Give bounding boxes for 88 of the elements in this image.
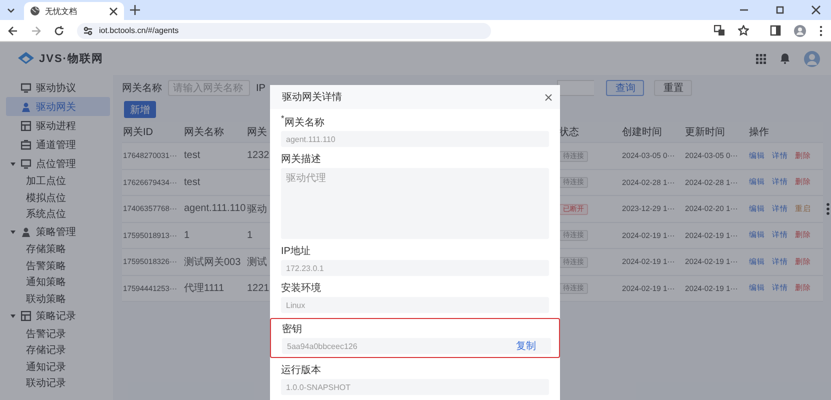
reload-icon[interactable] [54, 26, 64, 36]
sidebar-item[interactable]: 通知记录 [6, 358, 110, 375]
table-cell-text: 1232 [246, 150, 270, 162]
table-cell-text: 测试 [246, 256, 268, 269]
sidebar-item[interactable]: 系统点位 [6, 206, 110, 222]
filter-field[interactable] [557, 80, 594, 96]
sidebar-item[interactable]: 存储记录 [6, 342, 110, 359]
menu-item-icon [21, 102, 31, 112]
table-cell-text: test [183, 150, 202, 162]
table-cell-text: 代理1111 [183, 282, 226, 296]
bell-icon[interactable] [780, 53, 790, 64]
field-label: 网关描述 [281, 152, 322, 166]
menu-item-icon [21, 140, 31, 150]
globe-icon [30, 6, 40, 16]
input-field[interactable]: 5aa94a0bbceec126 复制 [282, 338, 551, 354]
plus-icon[interactable] [130, 5, 140, 15]
close-icon[interactable] [109, 6, 118, 16]
reset-button[interactable]: 重置 [654, 80, 692, 96]
input-field[interactable]: 172.23.0.1 [281, 260, 549, 276]
browser-tab[interactable]: 无忧文档 [24, 2, 124, 20]
back-icon[interactable] [8, 26, 18, 36]
close-icon[interactable] [811, 5, 821, 15]
column-header: 网关 [246, 126, 268, 139]
input-field[interactable]: agent.111.110 [281, 131, 549, 148]
sidebar-item[interactable]: 通道管理 [6, 135, 110, 154]
textarea-field[interactable]: 驱动代理 [281, 168, 549, 240]
add-button[interactable]: 新增 [124, 101, 156, 118]
table-cell-text: 测试网关003 [183, 256, 242, 269]
field-label: 安装环境 [281, 282, 322, 296]
table-cell-text: 1221 [246, 282, 270, 294]
address-field[interactable]: iot.bctools.cn/#/agents [77, 22, 491, 38]
sidebar-item[interactable]: 告警策略 [6, 258, 110, 274]
table-cell-text: 驱动 [246, 202, 268, 216]
dialog-title: 驱动网关详情 [282, 90, 342, 104]
column-header: 操作 [748, 126, 770, 139]
logo-text: JVS·物联网 [39, 52, 104, 66]
menu-item-icon [21, 82, 31, 92]
more-icon[interactable] [819, 24, 823, 36]
table-cell: agent.111.110 [183, 203, 246, 214]
column-header: 网关ID [122, 126, 154, 139]
field-label: IP地址 [281, 244, 312, 258]
menu-item-icon [21, 311, 31, 322]
sidebar-item[interactable]: 联动策略 [6, 290, 110, 307]
caret-icon [10, 313, 16, 320]
sidebar-item[interactable]: 联动记录 [6, 374, 110, 392]
close-icon[interactable] [545, 94, 552, 100]
menu-item-icon [21, 158, 31, 168]
caret-icon [10, 160, 16, 166]
field-label: 密钥 [282, 322, 303, 336]
logo-icon [18, 52, 34, 66]
sidebar-item[interactable]: 策略记录 [6, 306, 110, 326]
input-field[interactable]: 1.0.0-SNAPSHOT [281, 379, 549, 396]
query-button[interactable]: 查询 [606, 80, 644, 96]
restore-icon[interactable] [775, 5, 785, 15]
tune-icon [83, 26, 93, 36]
translate-icon[interactable] [714, 25, 725, 36]
caret-icon [10, 228, 16, 235]
sidebar-item[interactable]: 驱动网关 [6, 97, 110, 116]
menu-item-icon [21, 226, 31, 237]
table-cell-text: test [183, 176, 202, 188]
sidebar-item[interactable]: 加工点位 [6, 173, 110, 190]
grid-icon[interactable] [756, 54, 766, 64]
sidebar-item[interactable]: 告警记录 [6, 326, 110, 342]
address-text: iot.bctools.cn/#/agents [99, 26, 179, 35]
sidebar-item[interactable]: 驱动协议 [6, 78, 110, 97]
filter-label: 网关名称 [122, 82, 162, 95]
sidebar-item[interactable]: 模拟点位 [6, 189, 110, 206]
sidebar-item[interactable]: 通知策略 [6, 274, 110, 290]
column-header: 更新时间 [684, 126, 726, 139]
sidebar-item[interactable]: 策略管理 [6, 222, 110, 242]
table-cell-text: 1 [183, 230, 191, 241]
sidebar-icon[interactable] [770, 25, 781, 36]
column-header: 创建时间 [621, 126, 663, 139]
avatar-icon[interactable] [794, 24, 806, 36]
sidebar-item[interactable]: 点位管理 [6, 154, 110, 173]
more-icon[interactable] [826, 202, 830, 215]
star-icon[interactable] [738, 25, 749, 36]
field-label: $^{*}$网关名称 [281, 113, 326, 130]
column-header: 网关名称 [183, 126, 225, 139]
field-label: 运行版本 [281, 364, 322, 378]
sidebar-item[interactable]: 存储策略 [6, 241, 110, 258]
filter-label: IP [256, 82, 266, 94]
copy-link[interactable]: 复制 [516, 339, 536, 354]
menu-item-icon [21, 120, 31, 130]
tab-title: 无忧文档 [45, 6, 78, 16]
input-field[interactable]: Linux [281, 297, 549, 314]
sidebar-item[interactable]: 驱动进程 [6, 116, 110, 135]
table-cell-text: 1 [246, 230, 254, 241]
